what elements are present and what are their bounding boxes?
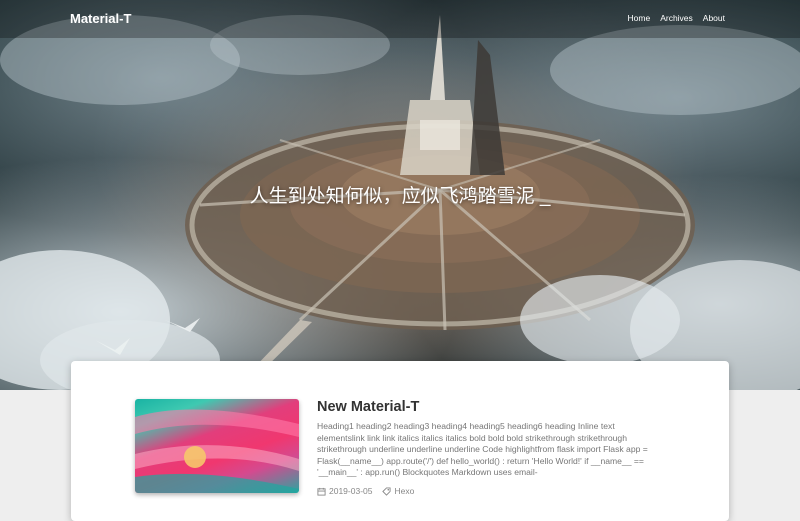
calendar-icon: [317, 487, 326, 496]
post-date-text: 2019-03-05: [329, 486, 373, 496]
post-card: New Material-T Heading1 heading2 heading…: [71, 361, 729, 521]
post-meta: 2019-03-05 Hexo: [317, 486, 414, 496]
post-tag-text[interactable]: Hexo: [394, 486, 414, 496]
thumbnail-art: [135, 409, 299, 493]
post-thumbnail[interactable]: [135, 399, 299, 493]
post-date: 2019-03-05: [317, 486, 372, 496]
post-excerpt: Heading1 heading2 heading3 heading4 head…: [317, 421, 648, 478]
post-title[interactable]: New Material-T: [317, 399, 419, 415]
nav-about[interactable]: About: [703, 13, 725, 23]
tag-icon: [382, 486, 392, 496]
site-brand[interactable]: Material-T: [70, 11, 131, 26]
hero-slogan: 人生到处知何似，应似飞鸿踏雪泥 _: [249, 186, 551, 207]
post-tag[interactable]: Hexo: [382, 486, 414, 496]
top-navbar: Material-T Home Archives About: [0, 0, 800, 38]
nav-archives[interactable]: Archives: [660, 13, 693, 23]
nav-links: Home Archives About: [628, 13, 726, 23]
nav-home[interactable]: Home: [628, 13, 651, 23]
